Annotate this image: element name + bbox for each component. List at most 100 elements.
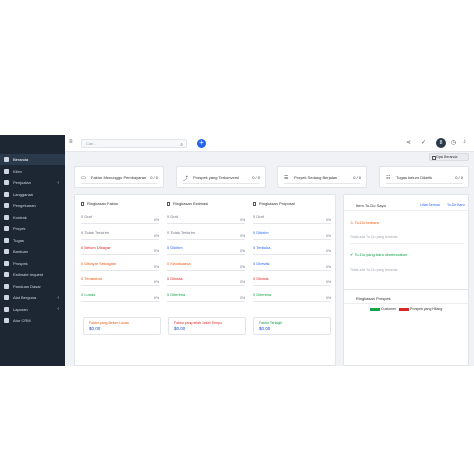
status-row-percent: 0%: [326, 264, 332, 269]
status-progress-bar: [167, 300, 245, 302]
sidebar-item-proyek[interactable]: Proyek: [0, 223, 65, 234]
sliders-icon: ☰: [284, 175, 289, 181]
share-icon[interactable]: ⋖: [406, 139, 411, 146]
sidebar-item-beranda[interactable]: Beranda: [0, 154, 65, 165]
stat-label: Faktur Menunggu Pembayaran: [91, 175, 147, 180]
menu-toggle-icon[interactable]: ≡: [69, 139, 73, 145]
status-progress-bar: [81, 238, 159, 240]
total-value: $0.00: [174, 326, 186, 331]
status-row-label[interactable]: 0 Belum Dibayar: [81, 245, 111, 250]
stat-progress-bar: [183, 183, 259, 184]
status-row-label[interactable]: 0 Diterima: [253, 292, 271, 297]
dashboard-options-button[interactable]: Opsi Beranda: [429, 153, 469, 161]
status-row-label[interactable]: 0 Ditolak: [253, 276, 269, 281]
status-progress-bar: [167, 285, 245, 286]
status-progress-bar: [253, 223, 331, 224]
status-row-label[interactable]: 0 Kedaluarsa: [167, 261, 191, 266]
status-row-label[interactable]: 0 Terbuka: [253, 245, 271, 250]
stat-card-faktur-menunggu-pembayaran[interactable]: ▭ Faktur Menunggu Pembayaran 0 / 0: [74, 166, 164, 188]
sidebar-item-kontrak[interactable]: Kontrak: [0, 212, 65, 223]
sidebar-item-alat-berguna[interactable]: Alat Berguna ‹: [0, 292, 65, 303]
total-value: $0.00: [89, 326, 101, 331]
tasks-icon: ☷: [386, 175, 391, 181]
stat-card-proyek-sedang-berjalan[interactable]: ☰ Proyek Sedang Berjalan 0 / 0: [277, 166, 367, 188]
stat-card-prospek-yang-terkonversi[interactable]: ⤴ Prospek yang Terkonversi 0 / 0: [176, 166, 266, 188]
clock-icon[interactable]: ◷: [451, 139, 456, 146]
status-row-label[interactable]: 0 Draf: [81, 214, 92, 219]
sidebar-item-klien[interactable]: Klien: [0, 166, 65, 177]
total-value: $0.00: [259, 326, 271, 331]
status-row-label[interactable]: 0 Dikirim: [167, 245, 183, 250]
total-card-faktur-yang-telah-jatuh-tempo[interactable]: Faktur yang telah Jatuh Tempo $0.00: [168, 317, 246, 335]
sidebar-item-label: Laporan: [13, 306, 28, 312]
status-row-label[interactable]: 0 Dibayar Sebagian: [81, 261, 116, 266]
status-row-label[interactable]: 0 Lunas: [81, 292, 95, 297]
sidebar-item-bantuan[interactable]: Bantuan: [0, 246, 65, 257]
status-progress-bar: [167, 223, 245, 224]
sidebar-item-prospek[interactable]: Prospek: [0, 258, 65, 269]
stat-card-tugas-belum-diketik[interactable]: ☷ Tugas belum Diketik 0 / 0: [379, 166, 469, 188]
status-row-label[interactable]: 0 Tidak Terkirim: [167, 230, 195, 235]
status-row-label[interactable]: 0 Draf: [167, 214, 178, 219]
sidebar-item-laporan[interactable]: Laporan ‹: [0, 304, 65, 315]
status-row-percent: 0%: [154, 249, 160, 253]
stat-value: 0 / 0: [252, 175, 260, 180]
quick-create-button[interactable]: +: [197, 139, 206, 148]
sidebar-item-label: Bantuan: [13, 249, 28, 254]
status-row-label[interactable]: 0 Ditolak: [167, 276, 183, 281]
sidebar-item-panduan-dasar[interactable]: Panduan Dasar: [0, 281, 65, 292]
status-row-label[interactable]: 0 Diterima: [167, 292, 185, 297]
view-all-todo-link[interactable]: Lihat Semua: [420, 203, 440, 207]
sidebar-item-label: Tugas: [13, 237, 24, 243]
sidebar-item-pengeluaran[interactable]: Pengeluaran: [0, 200, 65, 211]
status-row-label[interactable]: 0 Tidak Terkirim: [81, 230, 109, 235]
todo-title: Item To-Do Saya: [356, 203, 386, 208]
chevron-icon[interactable]: ‹: [57, 295, 59, 301]
tugas-icon: [4, 237, 9, 243]
status-row-percent: 0%: [240, 249, 246, 253]
status-progress-bar: [253, 254, 331, 255]
invoice-icon: ▭: [81, 175, 86, 181]
status-row-percent: 0%: [240, 280, 246, 284]
status-progress-bar: [167, 254, 245, 255]
sidebar-item-label: Kontrak: [13, 214, 27, 220]
status-row-label[interactable]: 0 Direvisi: [253, 261, 269, 266]
search-icon[interactable]: ⌕: [180, 141, 183, 149]
sidebar-item-label: Langganan: [13, 191, 34, 197]
check-icon[interactable]: ✓: [421, 139, 426, 146]
sidebar-item-label: Klien: [13, 168, 22, 174]
chevron-icon[interactable]: ‹: [57, 306, 59, 312]
stat-progress-bar: [386, 183, 462, 184]
search-input[interactable]: Cari... ⌕: [81, 139, 187, 148]
stat-label: Tugas belum Diketik: [396, 175, 433, 180]
stat-label: Proyek Sedang Berjalan: [294, 175, 338, 180]
total-card-faktur-tertagih[interactable]: Faktur Tertagih $0.00: [253, 317, 331, 335]
todo-panel: Item To-Do Saya Lihat Semua To-Do Baru ⚠…: [343, 194, 470, 300]
bantuan-icon: [4, 249, 9, 254]
sidebar-item-atur-crm[interactable]: Atur CRM: [0, 315, 65, 326]
legend-swatch: [399, 308, 409, 311]
beranda-icon: [4, 157, 9, 162]
bell-icon[interactable]: ♪: [463, 139, 466, 145]
sidebar-item-langganan[interactable]: Langganan: [0, 189, 65, 200]
stat-progress-bar: [284, 183, 360, 184]
sidebar-item-penjualan[interactable]: Penjualan ‹: [0, 177, 65, 188]
sidebar-item-tugas[interactable]: Tugas: [0, 235, 65, 246]
status-progress-bar: [81, 223, 159, 224]
avatar[interactable]: 8: [436, 138, 446, 148]
leads-overview-panel: Ringkasan Prospek Customer Prospek yang H…: [343, 289, 470, 366]
prospek-icon: [4, 260, 9, 266]
status-progress-bar: [81, 269, 159, 271]
kontrak-icon: [4, 214, 9, 220]
sidebar-item-estimate-request[interactable]: Estimate request: [0, 269, 65, 280]
stat-label: Prospek yang Terkonversi: [193, 175, 239, 180]
sidebar-item-label: Estimate request: [13, 272, 44, 277]
chevron-icon[interactable]: ‹: [57, 180, 59, 186]
status-row-label[interactable]: 0 Terlambat: [81, 276, 102, 281]
status-row-label[interactable]: 0 Dikirim: [253, 230, 269, 235]
sidebar-item-label: Atur CRM: [13, 318, 31, 323]
status-row-label[interactable]: 0 Draf: [253, 214, 264, 219]
new-todo-link[interactable]: To-Do Baru: [447, 203, 465, 207]
total-card-faktur-yang-belum-lunas[interactable]: Faktur yang Belum Lunas $0.00: [83, 317, 161, 335]
status-row-percent: 0%: [326, 295, 332, 300]
